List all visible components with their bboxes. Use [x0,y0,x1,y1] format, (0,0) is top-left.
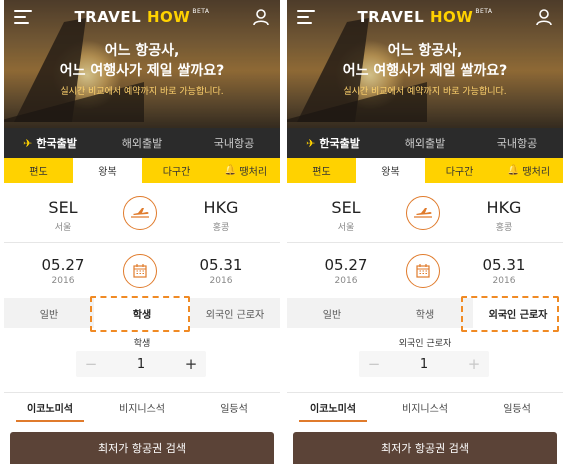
route-selector: SEL 서울 HKG 홍콩 [287,190,563,238]
divider [287,242,563,243]
increase-button[interactable]: + [176,351,206,377]
region-tabs: ✈ 한국출발 해외출발 국내항공 [287,128,563,158]
origin-city: 서울 [54,223,72,233]
hero-subtitle: 실시간 비교에서 예약까지 바로 가능합니다. [343,87,507,97]
passenger-type-tabs: 일반 학생 외국인 근로자 [287,298,563,328]
depart-date[interactable]: 05.27 [301,256,391,274]
passenger-type-foreign-worker[interactable]: 외국인 근로자 [190,298,280,328]
origin-city: 서울 [337,223,355,233]
return-date[interactable]: 05.31 [459,256,549,274]
increase-button[interactable]: + [459,351,489,377]
trip-type-tabs: 편도 왕복 다구간 🔔 땡처리 [287,158,563,183]
decrease-button[interactable]: − [359,351,389,377]
tab-one-way[interactable]: 편도 [4,158,73,183]
airplane-takeoff-icon[interactable] [406,196,440,230]
alarm-icon: 🔔 [506,165,520,176]
passenger-count: 1 [419,356,429,372]
tab-business[interactable]: 비지니스석 [96,393,188,422]
date-selector: 05.27 2016 05.31 2016 [4,246,280,294]
passenger-type-general[interactable]: 일반 [4,298,94,328]
destination-city: 홍콩 [495,223,513,233]
destination-code[interactable]: HKG [176,198,266,217]
search-flights-button[interactable]: 최저가 항공권 검색 [293,432,557,464]
route-selector: SEL 서울 HKG 홍콩 [4,190,280,238]
passenger-type-student[interactable]: 학생 [94,298,190,328]
tab-last-minute[interactable]: 🔔 땡처리 [211,158,280,183]
tab-overseas-departure[interactable]: 해외출발 [96,128,188,158]
tab-multi-city[interactable]: 다구간 [142,158,211,183]
tab-korea-departure[interactable]: ✈ 한국출발 [4,128,96,158]
passenger-type-foreign-worker[interactable]: 외국인 근로자 [473,298,563,328]
hero-headline-line1: 어느 항공사, [387,43,463,59]
tab-last-minute[interactable]: 🔔 땡처리 [494,158,563,183]
tab-overseas-departure[interactable]: 해외출발 [379,128,471,158]
cabin-class-tabs: 이코노미석 비지니스석 일등석 [4,392,280,422]
decrease-button[interactable]: − [76,351,106,377]
hero-subtitle: 실시간 비교에서 예약까지 바로 가능합니다. [60,87,224,97]
tab-round-trip[interactable]: 왕복 [73,158,142,183]
hero-headline-line1: 어느 항공사, [104,43,180,59]
airplane-icon: ✈ [306,136,316,150]
airplane-icon: ✈ [23,136,33,150]
app-screen-student: TRAVEL HOW BETA 어느 항공사, 어느 여행사가 제일 쌀까요? 실… [4,0,280,464]
passenger-label: 외국인 근로자 [398,339,452,349]
tab-round-trip[interactable]: 왕복 [356,158,425,183]
travelhow-logo: TRAVEL HOW BETA [74,8,210,26]
return-date[interactable]: 05.31 [176,256,266,274]
tab-first-class[interactable]: 일등석 [471,393,563,422]
return-year: 2016 [209,276,233,286]
app-screen-foreign-worker: TRAVEL HOW BETA 어느 항공사, 어느 여행사가 제일 쌀까요? 실… [287,0,563,464]
region-tabs: ✈ 한국출발 해외출발 국내항공 [4,128,280,158]
tab-multi-city[interactable]: 다구간 [425,158,494,183]
hero-banner: TRAVEL HOW BETA 어느 항공사, 어느 여행사가 제일 쌀까요? 실… [4,0,280,128]
tab-domestic[interactable]: 국내항공 [471,128,563,158]
alarm-icon: 🔔 [223,165,237,176]
date-selector: 05.27 2016 05.31 2016 [287,246,563,294]
hero-headline-line2: 어느 여행사가 제일 쌀까요? [342,63,508,79]
calendar-icon[interactable] [406,254,440,288]
tab-economy[interactable]: 이코노미석 [4,393,96,422]
passenger-type-tabs: 일반 학생 외국인 근로자 [4,298,280,328]
search-flights-button[interactable]: 최저가 항공권 검색 [10,432,274,464]
passenger-count-stepper: − 1 + [359,351,489,377]
tab-one-way[interactable]: 편도 [287,158,356,183]
origin-code[interactable]: SEL [18,198,108,217]
user-icon[interactable] [535,8,553,26]
destination-city: 홍콩 [212,223,230,233]
passenger-type-student[interactable]: 학생 [377,298,473,328]
passenger-count: 1 [136,356,146,372]
cabin-class-tabs: 이코노미석 비지니스석 일등석 [287,392,563,422]
return-year: 2016 [492,276,516,286]
travelhow-logo: TRAVEL HOW BETA [357,8,493,26]
trip-type-tabs: 편도 왕복 다구간 🔔 땡처리 [4,158,280,183]
hero-headline-line2: 어느 여행사가 제일 쌀까요? [59,63,225,79]
tab-first-class[interactable]: 일등석 [188,393,280,422]
passenger-count-stepper: − 1 + [76,351,206,377]
passenger-type-general[interactable]: 일반 [287,298,377,328]
panel-gutter [280,0,287,464]
depart-date[interactable]: 05.27 [18,256,108,274]
tab-korea-departure[interactable]: ✈ 한국출발 [287,128,379,158]
calendar-icon[interactable] [123,254,157,288]
airplane-takeoff-icon[interactable] [123,196,157,230]
passenger-label: 학생 [133,339,151,349]
depart-year: 2016 [334,276,358,286]
hero-banner: TRAVEL HOW BETA 어느 항공사, 어느 여행사가 제일 쌀까요? 실… [287,0,563,128]
origin-code[interactable]: SEL [301,198,391,217]
depart-year: 2016 [51,276,75,286]
tab-business[interactable]: 비지니스석 [379,393,471,422]
user-icon[interactable] [252,8,270,26]
destination-code[interactable]: HKG [459,198,549,217]
divider [4,242,280,243]
tab-domestic[interactable]: 국내항공 [188,128,280,158]
tab-economy[interactable]: 이코노미석 [287,393,379,422]
